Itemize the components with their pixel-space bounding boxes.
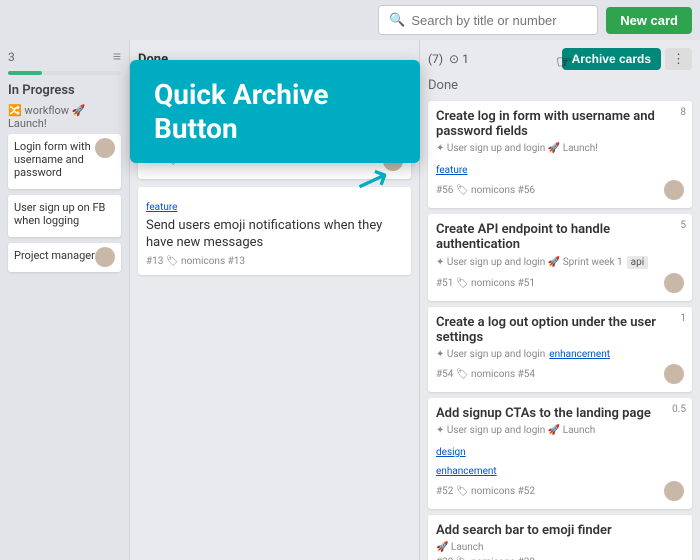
feature-tag: feature — [436, 165, 467, 176]
done-label: Done — [428, 78, 692, 93]
card-title: Add signup CTAs to the landing page — [436, 406, 684, 421]
card-title: Add search bar to emoji finder — [436, 523, 684, 538]
list-item[interactable]: 1 Create a log out option under the user… — [428, 307, 692, 392]
search-input[interactable] — [411, 13, 587, 28]
card-title: Create API endpoint to handle authentica… — [436, 222, 684, 252]
list-item[interactable]: User sign up on FB when logging — [8, 195, 121, 237]
card-title: Create log in form with username and pas… — [436, 109, 684, 139]
search-bar[interactable]: 🔍 — [378, 5, 598, 35]
card-footer: #52 🏷 nomicons #52 — [436, 481, 684, 501]
card-title: Send users emoji notifications when they… — [146, 218, 403, 252]
card-meta: ✦ User sign up and login 🚀 Sprint week 1… — [436, 256, 684, 269]
enhancement-tag: enhancement — [436, 466, 497, 477]
list-item[interactable]: 0.5 Add signup CTAs to the landing page … — [428, 398, 692, 509]
app-header: 🔍 New card — [0, 0, 700, 40]
in-progress-column: 3 ≡ In Progress 🔀 workflow 🚀 Launch! Log… — [0, 40, 130, 560]
avatar — [664, 481, 684, 501]
list-item[interactable]: Project manager — [8, 243, 121, 272]
card-footer: #56 🏷 nomicons #56 — [436, 180, 684, 200]
workflow-label: 🔀 workflow 🚀 Launch! — [8, 104, 121, 130]
cursor-icon: ☞ — [556, 52, 572, 73]
api-tag: api — [627, 256, 649, 269]
card-footer: #13 🏷 nomicons #13 — [146, 256, 403, 267]
score-badge: 8 — [680, 107, 686, 118]
archive-cards-button[interactable]: Archive cards — [562, 48, 661, 70]
card-meta: ✦ User sign up and login enhancement — [436, 349, 684, 360]
card-count: (7) — [428, 52, 443, 66]
card-title: User sign up on FB when logging — [14, 201, 115, 227]
card-title: Create a log out option under the user s… — [436, 315, 684, 345]
search-icon: 🔍 — [389, 13, 405, 28]
card-footer: #54 🏷 nomicons #54 — [436, 364, 684, 384]
score-badge: 5 — [680, 220, 686, 231]
done-column-right: (7) ⊙ 1 Archive cards ⋮ Done 8 Create lo… — [420, 40, 700, 560]
card-number: #52 🏷 nomicons #52 — [436, 486, 535, 497]
card-number: #51 🏷 nomicons #51 — [436, 278, 535, 289]
score-badge: 1 — [680, 313, 686, 324]
card-number: #13 🏷 nomicons #13 — [146, 256, 245, 267]
avatar — [95, 138, 115, 158]
list-item[interactable]: 5 Create API endpoint to handle authenti… — [428, 214, 692, 301]
avatar — [664, 180, 684, 200]
list-item[interactable]: Login form with username and password — [8, 134, 121, 189]
card-footer: #51 🏷 nomicons #51 — [436, 273, 684, 293]
card-meta: ✦ User sign up and login 🚀 Launch — [436, 425, 684, 436]
score-badge: 0.5 — [672, 404, 686, 415]
progress-bar-fill — [8, 71, 42, 75]
card-meta: 🚀 Launch — [436, 542, 684, 553]
list-item[interactable]: Add search bar to emoji finder 🚀 Launch … — [428, 515, 692, 560]
list-item[interactable]: 8 Create log in form with username and p… — [428, 101, 692, 208]
progress-bar — [8, 71, 121, 75]
column-title: In Progress — [8, 83, 121, 98]
column-header: 3 ≡ — [8, 48, 121, 65]
avatar — [664, 364, 684, 384]
tooltip-title: Quick Archive Button — [154, 78, 396, 145]
avatar — [95, 247, 115, 267]
card-number: #54 🏷 nomicons #54 — [436, 369, 535, 380]
column-meta: (7) ⊙ 1 — [428, 52, 469, 66]
enhancement-tag: enhancement — [549, 349, 610, 360]
feature-tag: feature — [146, 202, 177, 213]
points-label: ⊙ 1 — [449, 52, 469, 66]
card-meta: ✦ User sign up and login 🚀 Launch! — [436, 143, 684, 154]
tooltip-overlay: Quick Archive Button ↗ — [130, 60, 420, 163]
design-tag: design — [436, 447, 466, 458]
column-menu-icon[interactable]: ≡ — [113, 48, 121, 65]
column-count: 3 — [8, 50, 15, 64]
new-card-button[interactable]: New card — [606, 7, 692, 34]
card-number: #56 🏷 nomicons #56 — [436, 185, 535, 196]
avatar — [664, 273, 684, 293]
column-menu-button[interactable]: ⋮ — [665, 48, 692, 70]
